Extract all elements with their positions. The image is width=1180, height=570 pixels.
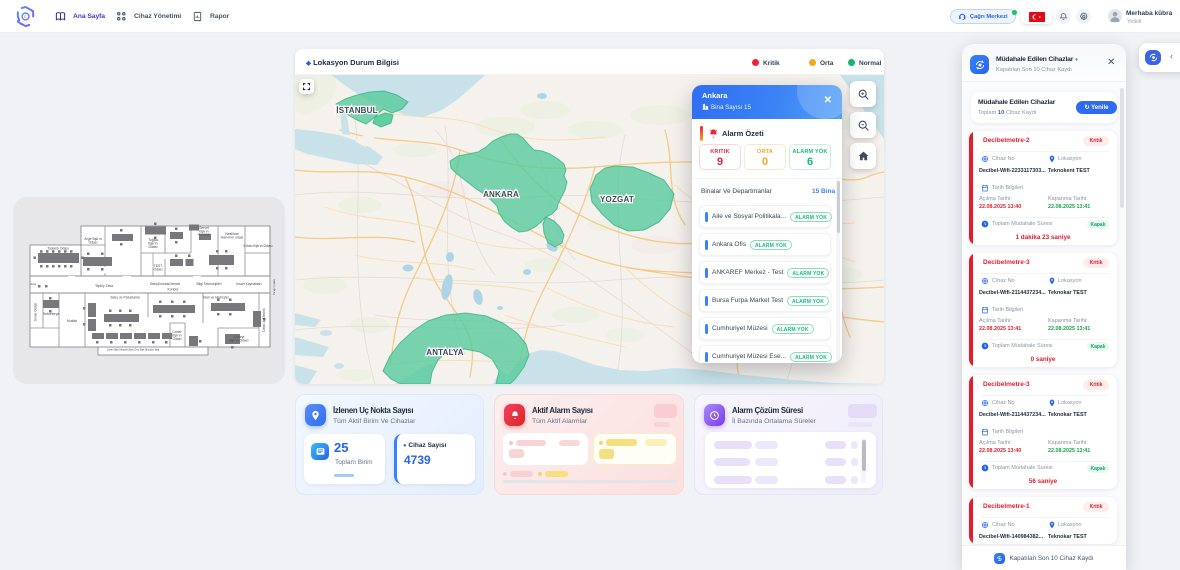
- svg-text:İnsan Kaynakları: İnsan Kaynakları: [236, 281, 261, 286]
- svg-text:Bilgi Teknolojileri: Bilgi Teknolojileri: [196, 282, 221, 286]
- svg-text:SatışSonrasıDemeti: SatışSonrasıDemeti: [150, 282, 180, 286]
- svg-text:İSTANBUL: İSTANBUL: [336, 106, 377, 115]
- svg-text:ANKARA: ANKARA: [483, 190, 519, 199]
- svg-text:Erhan Bşk'ın Odası: Erhan Bşk'ın Odası: [243, 244, 272, 248]
- svg-text:Yangın odası: Yangın odası: [272, 279, 276, 295]
- svg-text:Koridor: Koridor: [168, 288, 180, 292]
- svg-text:Cihan Bşk Müşahit Bşk Ömr Bşk: Cihan Bşk Müşahit Bşk Ömr Bşk Mücahit Bş…: [107, 348, 160, 352]
- svg-text:ServetBşk'ınHocanın: ServetBşk'ınHocanın: [198, 226, 211, 237]
- svg-text:Satış ve Pazarlama: Satış ve Pazarlama: [110, 296, 140, 300]
- svg-text:Tepkiy Zeka: Tepkiy Zeka: [95, 284, 113, 288]
- svg-text:Mutfak: Mutfak: [67, 319, 77, 323]
- svg-text:YOZGAT: YOZGAT: [600, 195, 634, 204]
- svg-text:Sınav Odası: Sınav Odası: [34, 303, 38, 322]
- svg-text:Sekreterya: Sekreterya: [43, 312, 60, 316]
- svg-text:Depo & Elektrik: Depo & Elektrik: [262, 308, 266, 332]
- svg-text:Toplantı Odası: Toplantı Odası: [47, 247, 69, 251]
- svg-text:CanerBşk'ınOdası: CanerBşk'ınOdası: [172, 330, 182, 341]
- svg-text:İdari ve Mali İşler: İdari ve Mali İşler: [203, 295, 229, 300]
- svg-text:Giriş: Giriş: [30, 282, 37, 286]
- svg-text:TESTOdası: TESTOdası: [153, 264, 162, 272]
- svg-text:ANTALYA: ANTALYA: [426, 348, 464, 357]
- svg-text:TuğBaBşk'ınOdası: TuğBaBşk'ınOdası: [148, 238, 158, 249]
